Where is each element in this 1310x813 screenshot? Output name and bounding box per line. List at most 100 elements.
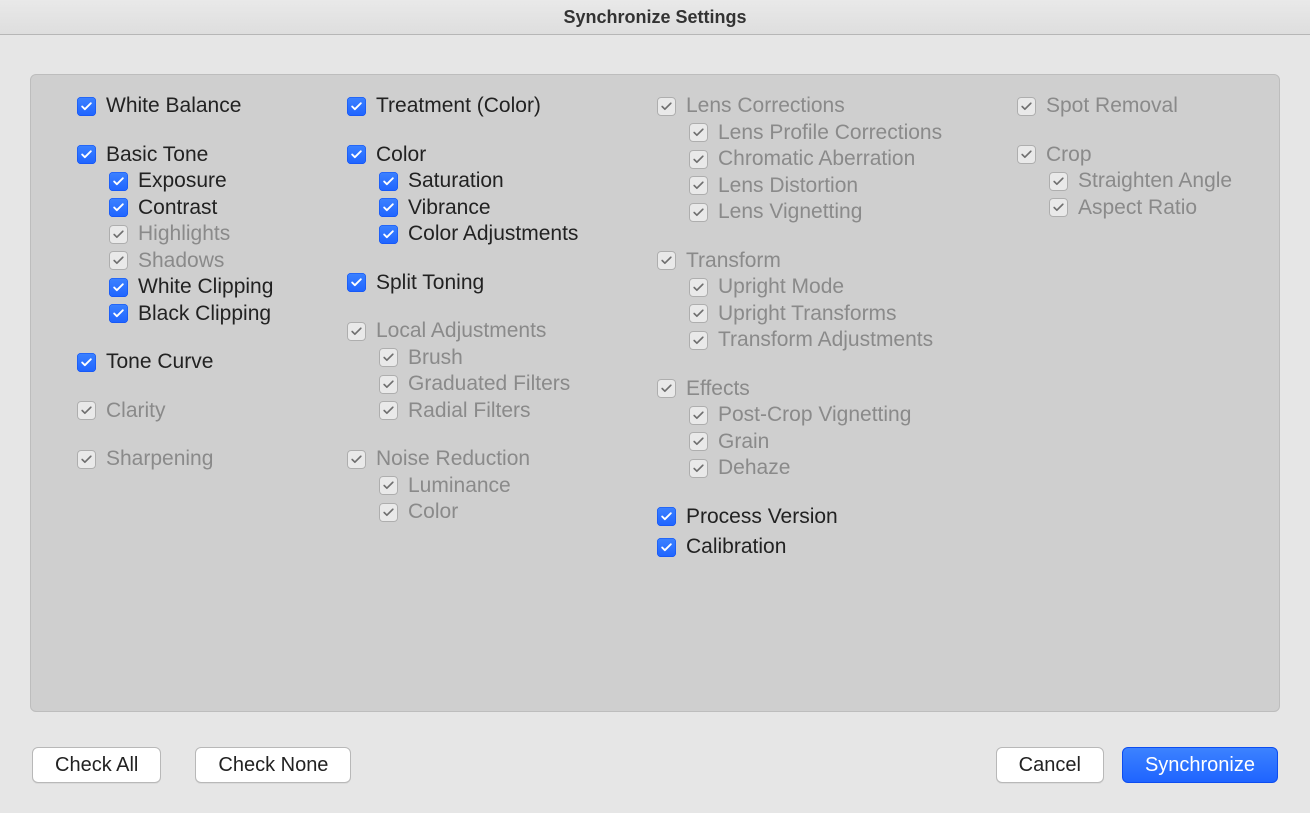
checkbox-transform-adjustments[interactable] bbox=[689, 331, 708, 350]
checkbox-lens-distortion[interactable] bbox=[689, 176, 708, 195]
checkbox-chromatic-aberration[interactable] bbox=[689, 150, 708, 169]
checkbox-color[interactable] bbox=[347, 145, 366, 164]
window-title: Synchronize Settings bbox=[563, 7, 746, 27]
checkbox-lens-corrections[interactable] bbox=[657, 97, 676, 116]
checkbox-clarity[interactable] bbox=[77, 401, 96, 420]
checkbox-post-crop-vignetting[interactable] bbox=[689, 406, 708, 425]
label-sharpening: Sharpening bbox=[106, 447, 213, 471]
label-tone-curve: Tone Curve bbox=[106, 350, 213, 374]
label-lens-distortion: Lens Distortion bbox=[718, 174, 858, 198]
check-none-button[interactable]: Check None bbox=[195, 747, 351, 783]
label-lens-vignetting: Lens Vignetting bbox=[718, 200, 862, 224]
row-lens-distortion: Lens Distortion bbox=[689, 173, 1017, 200]
group-white-balance: White Balance bbox=[77, 93, 347, 120]
settings-columns: White Balance Basic Tone Exposure Contra… bbox=[31, 75, 1279, 579]
checkbox-basic-tone[interactable] bbox=[77, 145, 96, 164]
checkbox-white-balance[interactable] bbox=[77, 97, 96, 116]
row-sharpening: Sharpening bbox=[77, 446, 347, 473]
checkbox-effects[interactable] bbox=[657, 379, 676, 398]
checkbox-graduated-filters[interactable] bbox=[379, 375, 398, 394]
row-highlights: Highlights bbox=[109, 221, 347, 248]
checkbox-color-adjustments[interactable] bbox=[379, 225, 398, 244]
check-none-label: Check None bbox=[218, 754, 328, 777]
label-nr-color: Color bbox=[408, 500, 458, 524]
row-calibration: Calibration bbox=[657, 534, 1017, 561]
label-chromatic-aberration: Chromatic Aberration bbox=[718, 147, 915, 171]
row-radial-filters: Radial Filters bbox=[379, 398, 657, 425]
checkbox-transform[interactable] bbox=[657, 251, 676, 270]
row-process-version: Process Version bbox=[657, 504, 1017, 531]
label-radial-filters: Radial Filters bbox=[408, 399, 531, 423]
row-transform: Transform bbox=[657, 248, 1017, 275]
label-color-adjustments: Color Adjustments bbox=[408, 222, 578, 246]
synchronize-button[interactable]: Synchronize bbox=[1122, 747, 1278, 783]
checkbox-vibrance[interactable] bbox=[379, 198, 398, 217]
checkbox-dehaze[interactable] bbox=[689, 459, 708, 478]
checkbox-luminance[interactable] bbox=[379, 476, 398, 495]
label-shadows: Shadows bbox=[138, 249, 224, 273]
checkbox-crop[interactable] bbox=[1017, 145, 1036, 164]
checkbox-brush[interactable] bbox=[379, 348, 398, 367]
row-aspect-ratio: Aspect Ratio bbox=[1049, 195, 1267, 222]
checkbox-white-clipping[interactable] bbox=[109, 278, 128, 297]
label-noise-reduction: Noise Reduction bbox=[376, 447, 530, 471]
row-grain: Grain bbox=[689, 429, 1017, 456]
checkbox-grain[interactable] bbox=[689, 432, 708, 451]
checkbox-highlights[interactable] bbox=[109, 225, 128, 244]
checkbox-split-toning[interactable] bbox=[347, 273, 366, 292]
checkbox-radial-filters[interactable] bbox=[379, 401, 398, 420]
label-lens-corrections: Lens Corrections bbox=[686, 94, 845, 118]
checkbox-spot-removal[interactable] bbox=[1017, 97, 1036, 116]
check-all-label: Check All bbox=[55, 754, 138, 777]
label-black-clipping: Black Clipping bbox=[138, 302, 271, 326]
checkbox-sharpening[interactable] bbox=[77, 450, 96, 469]
checkbox-upright-transforms[interactable] bbox=[689, 304, 708, 323]
group-process: Process Version Calibration bbox=[657, 504, 1017, 561]
button-bar: Check All Check None Cancel Synchronize bbox=[32, 747, 1278, 783]
row-color: Color bbox=[347, 142, 657, 169]
group-lens-corrections: Lens Corrections Lens Profile Correction… bbox=[657, 93, 1017, 226]
checkbox-black-clipping[interactable] bbox=[109, 304, 128, 323]
cancel-button[interactable]: Cancel bbox=[996, 747, 1104, 783]
check-all-button[interactable]: Check All bbox=[32, 747, 161, 783]
checkbox-exposure[interactable] bbox=[109, 172, 128, 191]
label-crop: Crop bbox=[1046, 143, 1092, 167]
label-transform: Transform bbox=[686, 249, 781, 273]
row-lens-profile-corrections: Lens Profile Corrections bbox=[689, 120, 1017, 147]
row-white-clipping: White Clipping bbox=[109, 274, 347, 301]
label-local-adjustments: Local Adjustments bbox=[376, 319, 546, 343]
row-upright-mode: Upright Mode bbox=[689, 274, 1017, 301]
group-noise-reduction: Noise Reduction Luminance Color bbox=[347, 446, 657, 526]
settings-panel: White Balance Basic Tone Exposure Contra… bbox=[30, 74, 1280, 712]
row-noise-reduction: Noise Reduction bbox=[347, 446, 657, 473]
group-tone-curve: Tone Curve bbox=[77, 349, 347, 376]
window-titlebar: Synchronize Settings bbox=[0, 0, 1310, 35]
checkbox-tone-curve[interactable] bbox=[77, 353, 96, 372]
label-upright-transforms: Upright Transforms bbox=[718, 302, 897, 326]
checkbox-local-adjustments[interactable] bbox=[347, 322, 366, 341]
checkbox-lens-vignetting[interactable] bbox=[689, 203, 708, 222]
checkbox-saturation[interactable] bbox=[379, 172, 398, 191]
checkbox-noise-reduction[interactable] bbox=[347, 450, 366, 469]
checkbox-treatment[interactable] bbox=[347, 97, 366, 116]
checkbox-aspect-ratio[interactable] bbox=[1049, 198, 1068, 217]
label-basic-tone: Basic Tone bbox=[106, 143, 208, 167]
checkbox-upright-mode[interactable] bbox=[689, 278, 708, 297]
checkbox-calibration[interactable] bbox=[657, 538, 676, 557]
row-shadows: Shadows bbox=[109, 248, 347, 275]
group-crop: Crop Straighten Angle Aspect Ratio bbox=[1017, 142, 1267, 222]
checkbox-shadows[interactable] bbox=[109, 251, 128, 270]
group-treatment: Treatment (Color) bbox=[347, 93, 657, 120]
row-white-balance: White Balance bbox=[77, 93, 347, 120]
checkbox-contrast[interactable] bbox=[109, 198, 128, 217]
checkbox-lens-profile-corrections[interactable] bbox=[689, 123, 708, 142]
label-luminance: Luminance bbox=[408, 474, 511, 498]
checkbox-nr-color[interactable] bbox=[379, 503, 398, 522]
row-graduated-filters: Graduated Filters bbox=[379, 371, 657, 398]
checkbox-straighten-angle[interactable] bbox=[1049, 172, 1068, 191]
label-brush: Brush bbox=[408, 346, 463, 370]
label-effects: Effects bbox=[686, 377, 750, 401]
group-effects: Effects Post-Crop Vignetting Grain Dehaz… bbox=[657, 376, 1017, 482]
checkbox-process-version[interactable] bbox=[657, 507, 676, 526]
label-grain: Grain bbox=[718, 430, 769, 454]
